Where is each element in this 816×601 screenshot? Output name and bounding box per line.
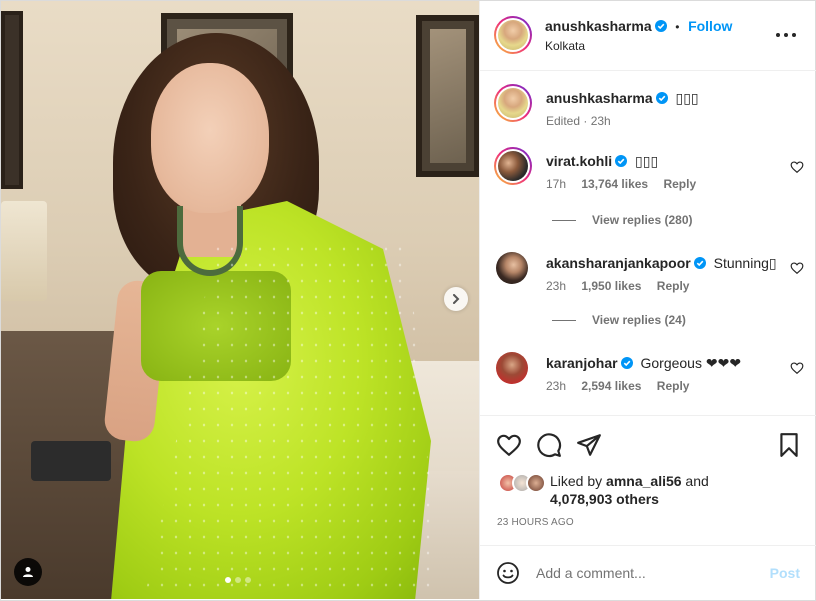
liked-by-and: and [681, 473, 709, 489]
reply-button[interactable]: Reply [657, 379, 690, 393]
person-face [151, 63, 269, 213]
view-replies-button[interactable]: View replies (24) [552, 313, 686, 327]
follow-button[interactable]: Follow [688, 18, 732, 34]
carousel-indicator [225, 577, 251, 583]
carousel-dot-active [225, 577, 231, 583]
more-dot-icon [792, 33, 796, 37]
comment-likes[interactable]: 1,950 likes [581, 279, 641, 293]
likes-count[interactable]: 4,078,903 others [550, 491, 659, 507]
verified-badge-icon [654, 20, 667, 32]
like-comment-heart-icon[interactable] [790, 160, 804, 174]
divider-line [552, 219, 576, 221]
more-dot-icon [776, 33, 780, 37]
liked-by-avatars[interactable] [498, 473, 550, 493]
separator-dot: • [675, 20, 680, 34]
caption-username[interactable]: anushkasharma [546, 90, 653, 106]
post-timestamp[interactable]: 23 HOURS AGO [497, 517, 574, 528]
user-tag-icon [23, 567, 33, 577]
reply-button[interactable]: Reply [663, 177, 696, 191]
comment-bubble-icon[interactable] [536, 432, 562, 458]
carousel-next-button[interactable] [444, 287, 468, 311]
avatar [498, 88, 528, 118]
chevron-right-icon [453, 294, 460, 304]
commenter-avatar[interactable] [496, 352, 528, 384]
comment-likes[interactable]: 13,764 likes [581, 177, 648, 191]
commenter-username[interactable]: akansharanjankapoor [546, 255, 691, 271]
comment-time[interactable]: 17h [546, 177, 566, 191]
commenter-avatar[interactable] [496, 252, 528, 284]
comment-text: Gorgeous ❤❤❤ [640, 355, 742, 371]
save-bookmark-icon[interactable] [776, 432, 802, 458]
post-location[interactable]: Kolkata [545, 39, 585, 53]
liked-by-prefix: Liked by [550, 473, 607, 489]
carousel-dot [245, 577, 251, 583]
post-actions: Liked by amna_ali56 and 4,078,903 others… [480, 415, 816, 539]
post-header: anushkasharma • Follow Kolkata [480, 1, 816, 71]
avatar [498, 20, 528, 50]
like-comment-heart-icon[interactable] [790, 361, 804, 375]
avatar [526, 473, 546, 493]
caption-avatar[interactable] [494, 84, 532, 122]
post-details-panel: anushkasharma • Follow Kolkata anushkash… [479, 1, 816, 599]
wall-picture-frame [416, 15, 479, 177]
lamp [1, 201, 47, 301]
divider-line [552, 319, 576, 321]
view-replies-label: View replies (24) [592, 313, 686, 327]
comment-time[interactable]: 23h [546, 379, 566, 393]
reply-button[interactable]: Reply [657, 279, 690, 293]
like-comment-heart-icon[interactable] [790, 261, 804, 275]
view-replies-button[interactable]: View replies (280) [552, 213, 693, 227]
verified-badge-icon [620, 357, 633, 369]
verified-badge-icon [693, 257, 706, 269]
avatar [498, 151, 528, 181]
share-send-icon[interactable] [576, 432, 602, 458]
post-image[interactable] [1, 1, 479, 599]
carousel-dot [235, 577, 241, 583]
telephone [31, 441, 111, 481]
comment-text: Stunning▯ [713, 255, 777, 271]
caption-meta: Edited · 23h [546, 114, 611, 128]
commenter-avatar[interactable] [494, 147, 532, 185]
tagged-users-button[interactable] [14, 558, 42, 586]
commenter-username[interactable]: karanjohar [546, 355, 618, 371]
liked-by-username[interactable]: amna_ali56 [606, 473, 682, 489]
comment-likes[interactable]: 2,594 likes [581, 379, 641, 393]
wall-picture-frame [1, 11, 23, 189]
more-options-button[interactable] [776, 27, 796, 43]
more-dot-icon [784, 33, 788, 37]
caption-text: ▯▯▯ [675, 90, 699, 106]
author-username[interactable]: anushkasharma [545, 18, 652, 34]
liked-by-summary: Liked by amna_ali56 and 4,078,903 others [498, 472, 709, 508]
post-comment-button[interactable]: Post [770, 565, 800, 581]
comment-time[interactable]: 23h [546, 279, 566, 293]
verified-badge-icon [655, 92, 668, 104]
comment-input[interactable] [536, 560, 758, 586]
comment-composer: Post [480, 545, 816, 599]
commenter-username[interactable]: virat.kohli [546, 153, 612, 169]
author-avatar[interactable] [494, 16, 532, 54]
verified-badge-icon [615, 155, 628, 167]
comment-text: ▯▯▯ [635, 153, 659, 169]
emoji-icon[interactable] [496, 561, 520, 585]
view-replies-label: View replies (280) [592, 213, 693, 227]
like-heart-icon[interactable] [496, 432, 522, 458]
